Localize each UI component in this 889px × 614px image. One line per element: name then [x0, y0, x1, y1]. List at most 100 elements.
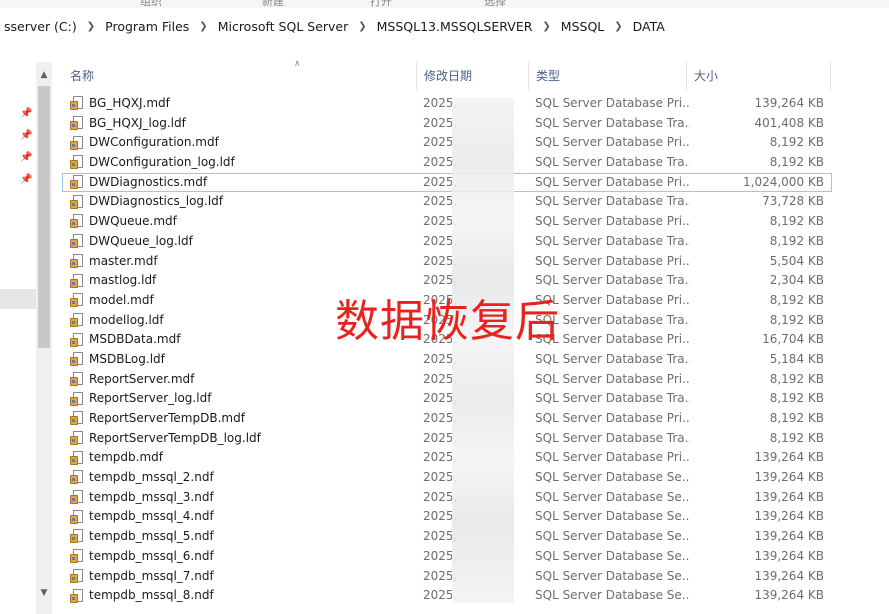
file-type: SQL Server Database Tra... — [535, 194, 690, 209]
chevron-right-icon[interactable]: ❯ — [608, 21, 628, 32]
breadcrumb-microsoft-sql-server[interactable]: Microsoft SQL Server — [214, 19, 353, 34]
file-name-cell[interactable]: tempdb_mssql_3.ndf — [70, 488, 410, 508]
file-size: 139,264 KB — [754, 548, 824, 563]
breadcrumb[interactable]: sserver (C:) ❯ Program Files ❯ Microsoft… — [0, 14, 889, 38]
file-name: tempdb_mssql_2.ndf — [89, 470, 214, 485]
navigation-pane[interactable]: 📌 📌 📌 📌 — [0, 62, 36, 614]
file-row[interactable]: DWQueue.mdf 2025, SQL Server Database Pri.… — [62, 212, 832, 232]
file-name-cell[interactable]: ReportServer.mdf — [70, 370, 410, 390]
sql-database-file-icon — [70, 214, 83, 229]
file-row[interactable]: tempdb.mdf 2025, SQL Server Database Pri..… — [62, 448, 832, 468]
file-name-cell[interactable]: DWQueue.mdf — [70, 212, 410, 232]
file-name: tempdb_mssql_4.ndf — [89, 509, 214, 524]
scroll-down-icon[interactable]: ▼ — [36, 584, 52, 602]
pin-icon[interactable]: 📌 — [20, 130, 32, 142]
file-name-cell[interactable]: DWConfiguration_log.ldf — [70, 153, 410, 173]
file-name: tempdb_mssql_5.ndf — [89, 529, 214, 544]
file-row[interactable]: DWConfiguration_log.ldf 2025, SQL Server D… — [62, 153, 832, 173]
chevron-right-icon[interactable]: ❯ — [81, 21, 101, 32]
file-size: 401,408 KB — [754, 115, 824, 130]
file-name: DWDiagnostics_log.ldf — [89, 194, 224, 209]
file-name-cell[interactable]: BG_HQXJ.mdf — [70, 94, 410, 114]
file-row[interactable]: tempdb_mssql_5.ndf 2025, SQL Server Databa… — [62, 527, 832, 547]
file-name: tempdb_mssql_6.ndf — [89, 548, 214, 563]
column-header-name[interactable]: 名称 — [62, 62, 416, 90]
file-row[interactable]: DWDiagnostics_log.ldf 2025, SQL Server Dat… — [62, 192, 832, 212]
file-row[interactable]: DWConfiguration.mdf 2025, SQL Server Datab… — [62, 133, 832, 153]
file-name-cell[interactable]: ReportServer_log.ldf — [70, 389, 410, 409]
file-row[interactable]: tempdb_mssql_7.ndf 2025, SQL Server Databa… — [62, 567, 832, 587]
file-name-cell[interactable]: tempdb_mssql_4.ndf — [70, 507, 410, 527]
file-name-cell[interactable]: ReportServerTempDB.mdf — [70, 409, 410, 429]
pin-icon[interactable]: 📌 — [20, 108, 32, 120]
file-row[interactable]: BG_HQXJ_log.ldf 2025, SQL Server Database … — [62, 114, 832, 134]
sql-database-file-icon — [70, 135, 83, 151]
file-name-cell[interactable]: DWDiagnostics_log.ldf — [70, 192, 410, 212]
chevron-right-icon[interactable]: ❯ — [193, 21, 213, 32]
chevron-right-icon[interactable]: ❯ — [536, 21, 556, 32]
file-name-cell[interactable]: MSDBLog.ldf — [70, 350, 410, 370]
file-name-cell[interactable]: tempdb_mssql_8.ndf — [70, 586, 410, 606]
sql-database-file-icon — [70, 568, 83, 584]
breadcrumb-program-files[interactable]: Program Files — [101, 19, 193, 34]
sql-database-file-icon — [70, 509, 83, 525]
breadcrumb-data[interactable]: DATA — [629, 19, 669, 34]
column-header-type[interactable]: 类型 — [528, 62, 686, 90]
chevron-right-icon[interactable]: ❯ — [352, 21, 372, 32]
column-header-name-label: 名称 — [70, 69, 95, 83]
sort-up-icon: ∧ — [294, 59, 301, 69]
navigation-selected-item[interactable] — [0, 289, 36, 309]
pin-icon[interactable]: 📌 — [20, 152, 32, 164]
file-row[interactable]: master.mdf 2025, SQL Server Database Pri..… — [62, 252, 832, 272]
breadcrumb-drive[interactable]: sserver (C:) — [0, 19, 81, 34]
file-row[interactable]: BG_HQXJ.mdf 2025, SQL Server Database Pri.… — [62, 94, 832, 114]
file-row[interactable]: DWQueue_log.ldf 2025, SQL Server Database … — [62, 232, 832, 252]
column-divider[interactable] — [830, 62, 831, 90]
file-name-cell[interactable]: DWConfiguration.mdf — [70, 133, 410, 153]
file-name-cell[interactable]: tempdb_mssql_7.ndf — [70, 567, 410, 587]
file-name: DWQueue_log.ldf — [89, 233, 193, 248]
file-size: 8,192 KB — [769, 135, 824, 150]
sql-database-file-icon — [70, 431, 83, 446]
sql-database-file-icon — [70, 116, 83, 131]
file-name-cell[interactable]: master.mdf — [70, 252, 410, 272]
file-row[interactable]: tempdb_mssql_4.ndf 2025, SQL Server Databa… — [62, 507, 832, 527]
file-size: 2,304 KB — [769, 273, 824, 288]
file-row[interactable]: ReportServerTempDB_log.ldf 2025, SQL Serve… — [62, 429, 832, 449]
sql-database-file-icon — [70, 96, 83, 111]
file-row[interactable]: ReportServer.mdf 2025, SQL Server Database… — [62, 370, 832, 390]
file-row[interactable]: tempdb_mssql_2.ndf 2025, SQL Server Databa… — [62, 468, 832, 488]
scroll-up-icon[interactable]: ▲ — [36, 66, 52, 84]
file-name-cell[interactable]: ReportServerTempDB_log.ldf — [70, 429, 410, 449]
file-list[interactable]: BG_HQXJ.mdf 2025, SQL Server Database Pri.… — [62, 94, 832, 606]
file-name-cell[interactable]: tempdb.mdf — [70, 448, 410, 468]
file-size: 8,192 KB — [769, 371, 824, 386]
navigation-scrollbar[interactable]: ▲ ▼ — [36, 62, 52, 614]
column-header-date[interactable]: 修改日期 — [416, 62, 528, 90]
file-size: 8,192 KB — [769, 430, 824, 445]
file-size: 1,024,000 KB — [743, 174, 824, 189]
file-row[interactable]: tempdb_mssql_8.ndf 2025, SQL Server Databa… — [62, 586, 832, 606]
scroll-thumb[interactable] — [38, 86, 50, 348]
file-row[interactable]: ReportServerTempDB.mdf 2025, SQL Server Da… — [62, 409, 832, 429]
breadcrumb-mssql[interactable]: MSSQL — [557, 19, 608, 34]
pin-icon[interactable]: 📌 — [20, 174, 32, 186]
ribbon-group-organize[interactable]: 组织 — [140, 0, 162, 8]
file-name-cell[interactable]: DWQueue_log.ldf — [70, 232, 410, 252]
breadcrumb-mssql13[interactable]: MSSQL13.MSSQLSERVER — [373, 19, 537, 34]
ribbon-group-select[interactable]: 选择 — [484, 0, 506, 8]
file-name-cell[interactable]: tempdb_mssql_6.ndf — [70, 547, 410, 567]
file-row[interactable]: MSDBLog.ldf 2025, SQL Server Database Tra.… — [62, 350, 832, 370]
file-name-cell[interactable]: BG_HQXJ_log.ldf — [70, 114, 410, 134]
file-name-cell[interactable]: DWDiagnostics.mdf — [70, 173, 410, 193]
file-row[interactable]: tempdb_mssql_3.ndf 2025, SQL Server Databa… — [62, 488, 832, 508]
ribbon-group-new[interactable]: 新建 — [262, 0, 284, 8]
file-row[interactable]: tempdb_mssql_6.ndf 2025, SQL Server Databa… — [62, 547, 832, 567]
ribbon-group-open[interactable]: 打开 — [370, 0, 392, 8]
file-row[interactable]: ReportServer_log.ldf 2025, SQL Server Data… — [62, 389, 832, 409]
file-name-cell[interactable]: tempdb_mssql_2.ndf — [70, 468, 410, 488]
file-name-cell[interactable]: tempdb_mssql_5.ndf — [70, 527, 410, 547]
file-row[interactable]: DWDiagnostics.mdf 2025, SQL Server Databas… — [62, 172, 832, 193]
column-header-size[interactable]: 大小 — [686, 62, 826, 90]
file-type: SQL Server Database Pri... — [535, 174, 690, 189]
